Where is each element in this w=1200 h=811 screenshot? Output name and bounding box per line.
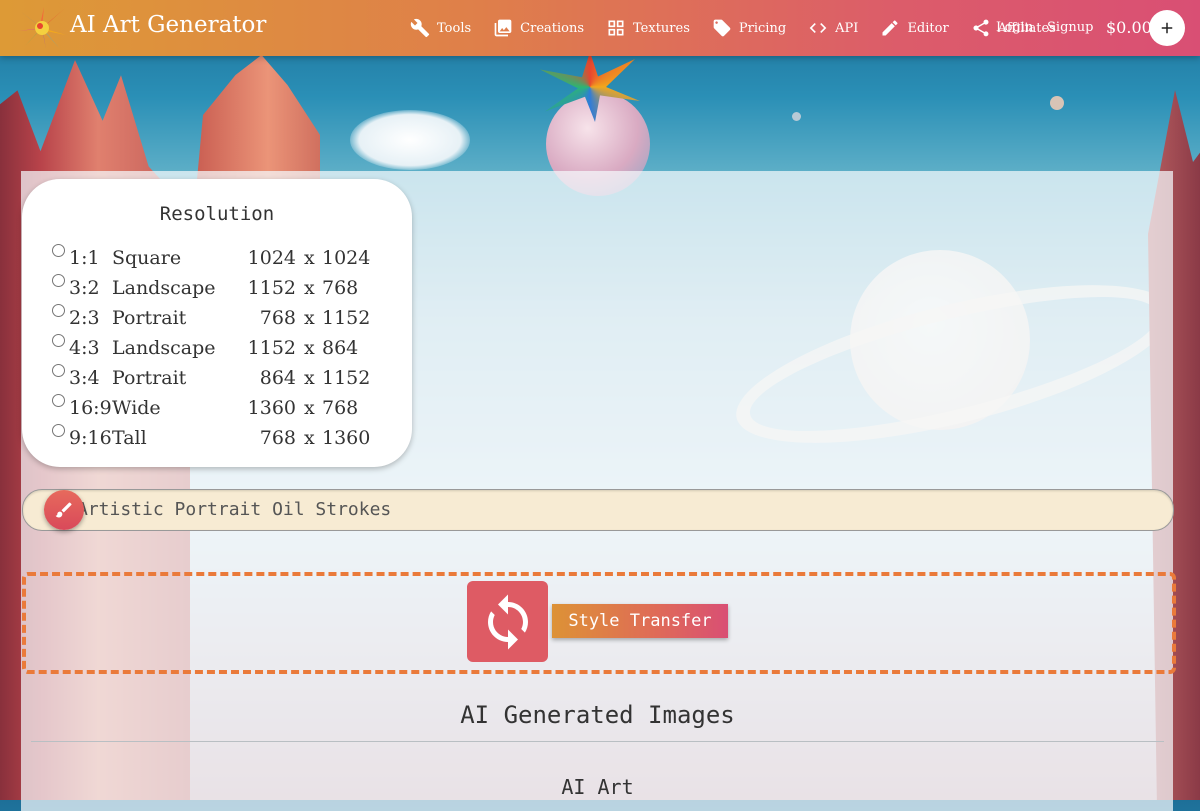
login-link[interactable]: Login [996, 20, 1033, 35]
resolution-width: 1024 [247, 247, 296, 269]
resolution-width: 768 [259, 427, 296, 449]
nav-item-editor[interactable]: Editor [880, 18, 949, 38]
resolution-ratio: 16:9 [69, 397, 112, 419]
background-moon-small [792, 112, 801, 121]
resolution-radio[interactable] [52, 274, 65, 287]
resolution-width: 768 [259, 307, 296, 329]
prompt-input[interactable]: Artistic Portrait Oil Strokes [22, 489, 1174, 531]
nav-item-api[interactable]: API [808, 18, 858, 38]
brush-button[interactable] [44, 490, 84, 530]
pencil-icon [882, 20, 898, 36]
resolution-title: Resolution [159, 203, 275, 225]
resolution-separator: x [304, 397, 315, 419]
resolution-separator: x [304, 277, 315, 299]
grid-icon [608, 20, 624, 36]
plus-icon [1161, 22, 1173, 34]
nav-label-tools: Tools [437, 20, 472, 36]
resolution-card: Resolution 1:1 Square 1024 x 1024 3:2 La… [22, 179, 412, 467]
resolution-name: Wide [112, 397, 161, 419]
resolution-option-3-2[interactable]: 3:2 Landscape 1152 x 768 [52, 274, 402, 307]
gallery-subtitle: AI Art [561, 775, 634, 799]
resolution-separator: x [304, 307, 315, 329]
resolution-option-3-4[interactable]: 3:4 Portrait 864 x 1152 [52, 364, 402, 397]
prompt-text: Artistic Portrait Oil Strokes [77, 499, 392, 520]
resolution-option-1-1[interactable]: 1:1 Square 1024 x 1024 [52, 244, 402, 277]
resolution-name: Square [112, 247, 182, 269]
nav-item-pricing[interactable]: Pricing [712, 18, 786, 38]
resolution-option-9-16[interactable]: 9:16 Tall 768 x 1360 [52, 424, 402, 457]
resolution-height: 1024 [322, 247, 371, 269]
resolution-radio[interactable] [52, 304, 65, 317]
resolution-name: Landscape [112, 277, 216, 299]
background-cloud [350, 110, 470, 170]
resolution-ratio: 4:3 [69, 337, 100, 359]
resolution-radio[interactable] [52, 394, 65, 407]
resolution-width: 1152 [247, 337, 296, 359]
resolution-name: Portrait [112, 367, 187, 389]
resolution-name: Landscape [112, 337, 216, 359]
balance-amount: $0.00 [1106, 18, 1152, 37]
nav-label-pricing: Pricing [738, 20, 787, 36]
resolution-name: Tall [112, 427, 147, 449]
resolution-option-2-3[interactable]: 2:3 Portrait 768 x 1152 [52, 304, 402, 337]
gallery-title: AI Generated Images [460, 701, 735, 729]
resolution-height: 1360 [322, 427, 371, 449]
refresh-icon [487, 594, 528, 649]
background-moon [1050, 96, 1064, 110]
nav-label-creations: Creations [520, 20, 585, 36]
resolution-ratio: 1:1 [69, 247, 100, 269]
resolution-width: 1152 [247, 277, 296, 299]
resolution-separator: x [304, 367, 315, 389]
resolution-width: 864 [259, 367, 296, 389]
nav-label-api: API [835, 20, 859, 36]
resolution-ratio: 3:2 [69, 277, 100, 299]
resolution-height: 864 [322, 337, 359, 359]
resolution-height: 768 [322, 397, 359, 419]
tag-icon [713, 19, 731, 37]
nav-item-creations[interactable]: Creations [493, 18, 584, 38]
signup-link[interactable]: Signup [1047, 20, 1093, 35]
section-divider [31, 741, 1164, 742]
wrench-icon [410, 18, 430, 38]
resolution-option-16-9[interactable]: 16:9 Wide 1360 x 768 [52, 394, 402, 427]
resolution-separator: x [304, 337, 315, 359]
resolution-height: 768 [322, 277, 359, 299]
resolution-height: 1152 [322, 307, 371, 329]
image-icon [494, 19, 512, 37]
paintbrush-icon [55, 502, 72, 518]
add-credits-button[interactable] [1149, 10, 1185, 46]
resolution-height: 1152 [322, 367, 371, 389]
resolution-ratio: 2:3 [69, 307, 100, 329]
code-icon [809, 23, 827, 33]
resolution-radio[interactable] [52, 244, 65, 257]
resolution-radio[interactable] [52, 424, 65, 437]
resolution-width: 1360 [247, 397, 296, 419]
logo-splash-icon[interactable] [16, 5, 68, 51]
nav-item-tools[interactable]: Tools [410, 18, 471, 38]
resolution-ratio: 3:4 [69, 367, 100, 389]
share-icon [973, 19, 989, 37]
resolution-name: Portrait [112, 307, 187, 329]
resolution-separator: x [304, 247, 315, 269]
resolution-option-4-3[interactable]: 4:3 Landscape 1152 x 864 [52, 334, 402, 367]
resolution-radio[interactable] [52, 364, 65, 377]
nav-item-textures[interactable]: Textures [606, 18, 690, 38]
main-nav: Tools Creations Textures Pricing API Edi… [410, 0, 1078, 56]
resolution-radio[interactable] [52, 334, 65, 347]
style-transfer-button[interactable]: Style Transfer [552, 604, 728, 638]
resolution-ratio: 9:16 [69, 427, 112, 449]
refresh-button[interactable] [467, 581, 548, 662]
nav-label-editor: Editor [907, 20, 949, 36]
resolution-separator: x [304, 427, 315, 449]
brand-title[interactable]: AI Art Generator [70, 12, 266, 38]
top-navigation-bar: AI Art Generator Tools Creations Texture… [0, 0, 1200, 56]
nav-label-textures: Textures [633, 20, 690, 36]
